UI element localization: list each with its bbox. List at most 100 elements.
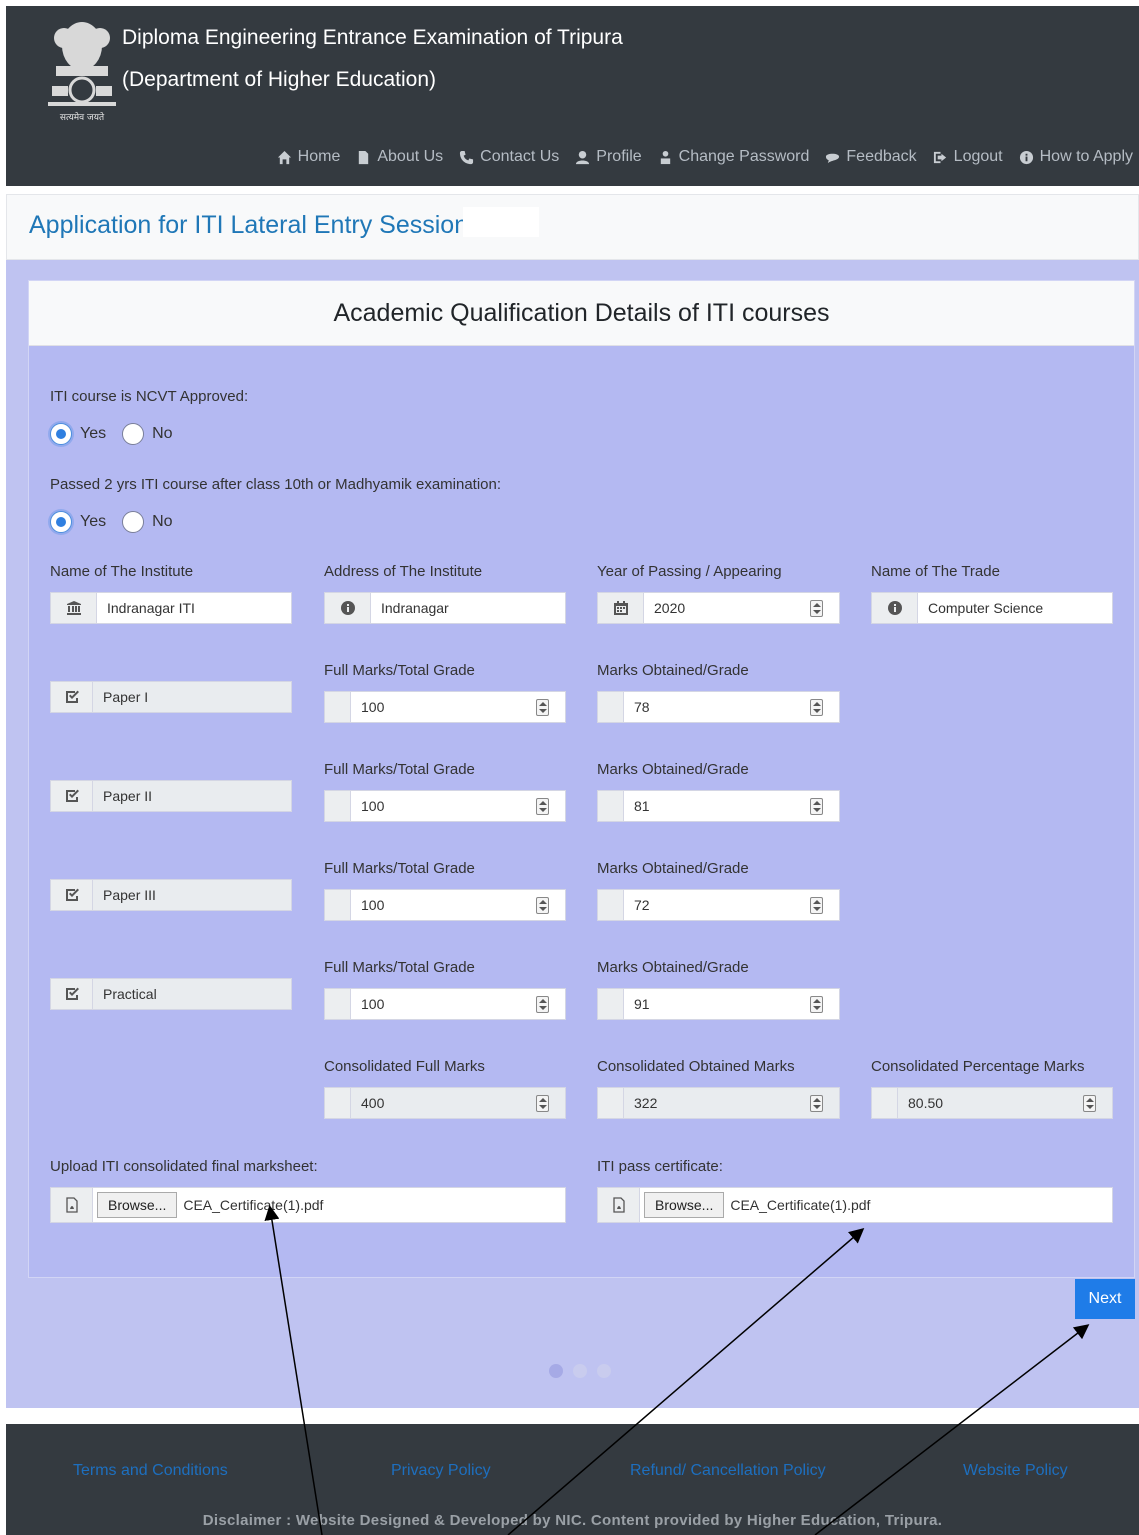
blank-addon	[325, 791, 351, 821]
marksheet-file-input[interactable]: Browse... CEA_Certificate(1).pdf	[50, 1187, 566, 1223]
year-spinner[interactable]	[810, 600, 823, 617]
blank-addon	[598, 791, 624, 821]
step-dot-2[interactable]	[573, 1364, 587, 1378]
nav-logout[interactable]: Logout	[933, 148, 1003, 166]
paper-name-input: Paper I	[50, 681, 292, 713]
nav-profile[interactable]: Profile	[575, 148, 642, 166]
consolidated-full-label: Consolidated Full Marks	[324, 1058, 485, 1075]
full-marks-input[interactable]: 100	[324, 691, 566, 723]
full-marks-value: 100	[361, 699, 385, 715]
two-year-no-label: No	[152, 513, 173, 530]
marks-obtained-value: 91	[634, 996, 650, 1012]
full-marks-value: 100	[361, 996, 385, 1012]
nav-contact-us[interactable]: Contact Us	[459, 148, 559, 166]
nav-change-password[interactable]: Change Password	[658, 148, 810, 166]
top-nav: Home About Us Contact Us Profile Change …	[277, 148, 1133, 166]
document-icon	[359, 150, 369, 164]
site-footer: Terms and Conditions Privacy Policy Refu…	[6, 1424, 1139, 1535]
full-marks-spinner[interactable]	[536, 699, 549, 716]
ncvt-approved-label: ITI course is NCVT Approved:	[50, 388, 249, 405]
certificate-file-input[interactable]: Browse... CEA_Certificate(1).pdf	[597, 1187, 1113, 1223]
nav-how-to-apply-label: How to Apply	[1039, 148, 1133, 165]
footer-refund-link[interactable]: Refund/ Cancellation Policy	[630, 1462, 826, 1480]
full-marks-field: 100	[351, 989, 565, 1019]
address-addon	[325, 593, 371, 623]
nav-home[interactable]: Home	[277, 148, 341, 166]
next-button[interactable]: Next	[1075, 1279, 1135, 1319]
paper-name-value: Paper III	[93, 880, 291, 910]
marks-obtained-spinner[interactable]	[810, 897, 823, 914]
nav-home-label: Home	[297, 148, 341, 165]
user-icon	[576, 150, 590, 164]
step-dot-1[interactable]	[549, 1364, 563, 1378]
full-marks-field: 100	[351, 692, 565, 722]
certificate-browse-button[interactable]: Browse...	[644, 1192, 725, 1218]
consolidated-full-field: 400	[351, 1088, 565, 1118]
full-marks-label: Full Marks/Total Grade	[324, 959, 475, 976]
ncvt-yes-radio[interactable]	[50, 423, 72, 445]
marks-obtained-field: 81	[624, 791, 839, 821]
marksheet-browse-button[interactable]: Browse...	[97, 1192, 178, 1218]
marks-obtained-input[interactable]: 91	[597, 988, 840, 1020]
trade-name-label: Name of The Trade	[871, 563, 1000, 580]
full-marks-field: 100	[351, 890, 565, 920]
marks-obtained-input[interactable]: 72	[597, 889, 840, 921]
institute-name-value: Indranagar ITI	[97, 593, 291, 623]
blank-addon	[598, 890, 624, 920]
paper-name-input: Practical	[50, 978, 292, 1010]
full-marks-spinner[interactable]	[536, 897, 549, 914]
footer-privacy-link[interactable]: Privacy Policy	[391, 1462, 491, 1480]
nav-feedback-label: Feedback	[846, 148, 917, 165]
nav-contact-us-label: Contact Us	[480, 148, 560, 165]
marks-obtained-input[interactable]: 81	[597, 790, 840, 822]
certificate-file-name: CEA_Certificate(1).pdf	[730, 1197, 871, 1213]
marks-obtained-input[interactable]: 78	[597, 691, 840, 723]
marks-obtained-field: 78	[624, 692, 839, 722]
full-marks-value: 100	[361, 897, 385, 913]
two-year-yes-radio[interactable]	[50, 511, 72, 533]
nav-about-us[interactable]: About Us	[356, 148, 443, 166]
year-of-passing-input[interactable]: 2020	[597, 592, 840, 624]
marks-obtained-value: 78	[634, 699, 650, 715]
two-year-yes-label: Yes	[80, 513, 107, 530]
marks-obtained-spinner[interactable]	[810, 699, 823, 716]
full-marks-spinner[interactable]	[536, 996, 549, 1013]
consolidated-percentage-input: 80.50	[871, 1087, 1113, 1119]
session-year-blank	[463, 207, 539, 237]
two-year-iti-label: Passed 2 yrs ITI course after class 10th…	[50, 476, 502, 493]
full-marks-input[interactable]: 100	[324, 988, 566, 1020]
marks-obtained-value: 81	[634, 798, 650, 814]
step-dot-3[interactable]	[597, 1364, 611, 1378]
card-title: Academic Qualification Details of ITI co…	[29, 281, 1134, 346]
blank-addon	[325, 692, 351, 722]
footer-disclaimer: Disclaimer : Website Designed & Develope…	[202, 1512, 943, 1529]
marks-obtained-spinner[interactable]	[810, 798, 823, 815]
institute-address-value: Indranagar	[371, 593, 565, 623]
paper-name-input: Paper III	[50, 879, 292, 911]
full-marks-field: 100	[351, 791, 565, 821]
two-year-no-radio[interactable]	[122, 511, 145, 533]
footer-terms-link[interactable]: Terms and Conditions	[73, 1462, 228, 1480]
full-marks-spinner[interactable]	[536, 798, 549, 815]
full-marks-input[interactable]: 100	[324, 889, 566, 921]
nav-change-password-label: Change Password	[678, 148, 810, 165]
institute-name-input[interactable]: Indranagar ITI	[50, 592, 292, 624]
footer-website-policy-link[interactable]: Website Policy	[963, 1462, 1068, 1480]
institution-icon	[66, 601, 81, 615]
pdf-addon	[598, 1188, 640, 1222]
emblem-motto: सत्यमेव जयते	[60, 111, 105, 123]
nav-feedback[interactable]: Feedback	[825, 148, 917, 166]
paper-check-addon	[51, 880, 93, 910]
trade-name-input[interactable]: Computer Science	[871, 592, 1113, 624]
full-marks-input[interactable]: 100	[324, 790, 566, 822]
marks-obtained-spinner[interactable]	[810, 996, 823, 1013]
institute-address-input[interactable]: Indranagar	[324, 592, 566, 624]
blank-addon	[598, 1088, 624, 1118]
nav-how-to-apply[interactable]: How to Apply	[1019, 148, 1133, 166]
main-content: Academic Qualification Details of ITI co…	[6, 260, 1139, 1408]
logout-icon	[933, 151, 946, 163]
nav-logout-label: Logout	[953, 148, 1003, 165]
ncvt-no-radio[interactable]	[122, 423, 145, 445]
check-square-icon	[65, 690, 79, 703]
paper-check-addon	[51, 979, 93, 1009]
